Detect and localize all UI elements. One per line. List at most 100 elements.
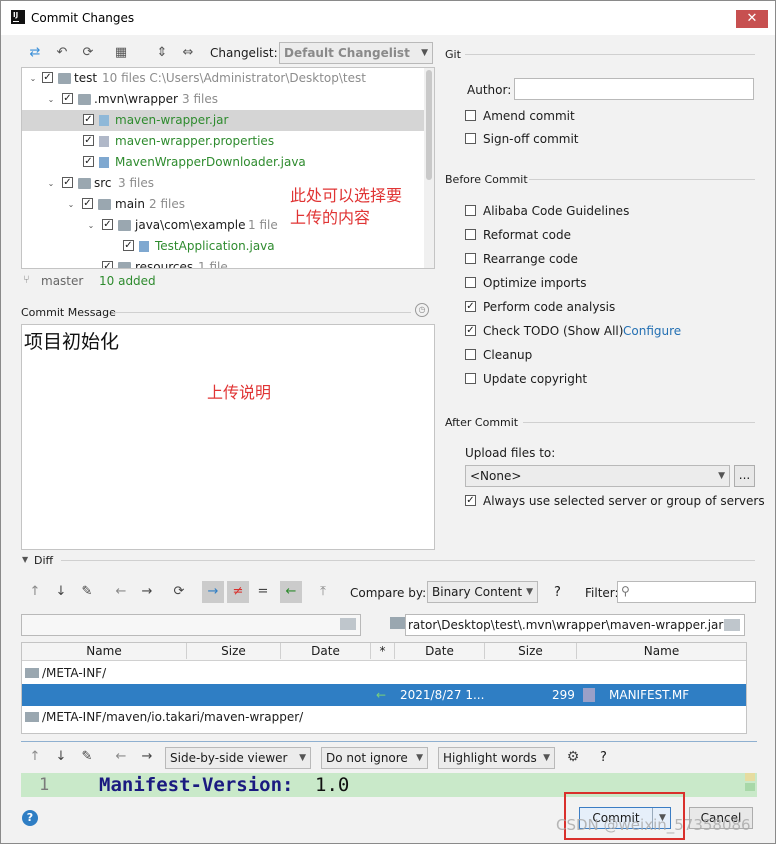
tree-checkbox[interactable]: ✓ bbox=[102, 219, 113, 230]
group-icon[interactable]: ▦ bbox=[113, 45, 129, 61]
arrow-up-icon[interactable]: ↑ bbox=[27, 584, 43, 600]
chevron-down-icon[interactable]: ⌄ bbox=[86, 257, 96, 268]
filter-label: Filter: bbox=[585, 586, 619, 600]
refresh-icon[interactable]: ⟳ bbox=[171, 584, 187, 600]
changed-files-tree[interactable]: ⌄ ✓ test 10 files C:\Users\Administrator… bbox=[21, 67, 435, 269]
table-row[interactable]: /META-INF/maven/io.takari/maven-wrapper/ bbox=[22, 707, 746, 727]
author-input[interactable] bbox=[514, 78, 754, 100]
tree-checkbox[interactable]: ✓ bbox=[62, 177, 73, 188]
left-path-input[interactable] bbox=[21, 614, 361, 636]
column-header-name[interactable]: Name bbox=[22, 643, 187, 659]
configure-link[interactable]: Configure bbox=[623, 322, 681, 340]
undo-icon[interactable]: ↶ bbox=[54, 45, 70, 61]
arrow-down-icon[interactable]: ↓ bbox=[53, 584, 69, 600]
chevron-down-icon[interactable]: ⌄ bbox=[86, 215, 96, 236]
changelist-select[interactable]: Default Changelist ▼ bbox=[279, 42, 433, 64]
table-row[interactable]: /META-INF/ bbox=[22, 663, 746, 683]
option-checkbox[interactable]: ✓ bbox=[465, 325, 476, 336]
column-header-size[interactable]: Size bbox=[187, 643, 281, 659]
filter-input[interactable]: ⚲ bbox=[617, 581, 756, 603]
arrow-left-icon[interactable]: ← bbox=[113, 749, 129, 765]
tree-checkbox[interactable]: ✓ bbox=[83, 135, 94, 146]
signoff-checkbox[interactable] bbox=[465, 133, 476, 144]
show-deleted-icon[interactable]: ← bbox=[280, 581, 302, 603]
tree-item-label: src bbox=[94, 176, 112, 190]
folder-icon[interactable] bbox=[390, 617, 406, 629]
table-row-selected[interactable]: ← 2021/8/27 1... 299 MANIFEST.MF bbox=[22, 684, 746, 706]
help-icon[interactable]: ? bbox=[554, 585, 561, 600]
tree-checkbox[interactable]: ✓ bbox=[42, 72, 53, 83]
tree-checkbox[interactable]: ✓ bbox=[82, 198, 93, 209]
help-icon[interactable]: ? bbox=[600, 750, 607, 765]
chevron-down-icon[interactable]: ⌄ bbox=[28, 68, 38, 89]
tree-row-mvn-wrapper[interactable]: ⌄ ✓ .mvn\wrapper 3 files bbox=[22, 89, 424, 110]
java-file-icon bbox=[99, 157, 109, 168]
highlight-mode-select[interactable]: Highlight words ▼ bbox=[438, 747, 555, 769]
option-checkbox[interactable] bbox=[465, 205, 476, 216]
show-new-icon[interactable]: → bbox=[202, 581, 224, 603]
amend-checkbox[interactable] bbox=[465, 110, 476, 121]
help-icon[interactable]: ? bbox=[22, 810, 38, 826]
option-checkbox[interactable] bbox=[465, 229, 476, 240]
show-different-icon[interactable]: ≠ bbox=[227, 581, 249, 603]
option-checkbox[interactable] bbox=[465, 253, 476, 264]
upload-server-select[interactable]: <None> ▼ bbox=[465, 465, 730, 487]
option-checkbox[interactable] bbox=[465, 277, 476, 288]
gear-icon[interactable]: ⚙ bbox=[565, 749, 581, 765]
arrow-up-icon[interactable]: ↑ bbox=[27, 749, 43, 765]
tree-checkbox[interactable]: ✓ bbox=[83, 156, 94, 167]
viewer-mode-select[interactable]: Side-by-side viewer ▼ bbox=[165, 747, 311, 769]
ignore-mode-select[interactable]: Do not ignore ▼ bbox=[321, 747, 428, 769]
collapse-all-icon[interactable]: ⇔ bbox=[180, 45, 196, 61]
always-use-checkbox[interactable]: ✓ bbox=[465, 495, 476, 506]
option-checkbox[interactable] bbox=[465, 373, 476, 384]
close-button[interactable]: ✕ bbox=[736, 10, 768, 28]
tree-item-label: MavenWrapperDownloader.java bbox=[115, 155, 306, 169]
tree-checkbox[interactable]: ✓ bbox=[123, 240, 134, 251]
divider bbox=[465, 54, 755, 55]
arrow-left-icon[interactable]: ← bbox=[113, 584, 129, 600]
column-header-star[interactable]: * bbox=[371, 643, 395, 659]
tree-row-testapplication[interactable]: ✓ TestApplication.java bbox=[22, 236, 424, 257]
chevron-down-icon[interactable]: ⌄ bbox=[46, 173, 56, 194]
branch-name: master bbox=[41, 274, 84, 288]
right-path-input[interactable]: rator\Desktop\test\.mvn\wrapper\maven-wr… bbox=[405, 614, 745, 636]
commit-message-input[interactable]: 项目初始化 bbox=[21, 324, 435, 550]
option-checkbox[interactable]: ✓ bbox=[465, 301, 476, 312]
tree-item-label: main bbox=[115, 197, 145, 211]
tree-scrollbar[interactable] bbox=[424, 68, 434, 268]
tree-row-mavenwrapperdownloader[interactable]: ✓ MavenWrapperDownloader.java bbox=[22, 152, 424, 173]
refresh-icon[interactable]: ⟳ bbox=[80, 45, 96, 61]
tree-row-maven-wrapper-properties[interactable]: ✓ maven-wrapper.properties bbox=[22, 131, 424, 152]
arrow-right-icon[interactable]: → bbox=[139, 584, 155, 600]
chevron-down-icon[interactable]: ⌄ bbox=[66, 194, 76, 215]
sync-scroll-icon[interactable]: ⤒ bbox=[315, 584, 331, 600]
option-label: Perform code analysis bbox=[483, 300, 616, 314]
tree-row-maven-wrapper-jar[interactable]: ✓ maven-wrapper.jar bbox=[22, 110, 424, 131]
folder-icon[interactable] bbox=[724, 619, 740, 631]
option-checkbox[interactable] bbox=[465, 349, 476, 360]
arrow-right-icon[interactable]: → bbox=[139, 749, 155, 765]
arrow-down-icon[interactable]: ↓ bbox=[53, 749, 69, 765]
edit-pencil-icon[interactable]: ✎ bbox=[79, 584, 95, 600]
folder-icon[interactable] bbox=[340, 618, 356, 630]
tree-row-test[interactable]: ⌄ ✓ test 10 files C:\Users\Administrator… bbox=[22, 68, 424, 89]
column-header-date[interactable]: Date bbox=[281, 643, 371, 659]
column-header-name-right[interactable]: Name bbox=[577, 643, 746, 659]
edit-pencil-icon[interactable]: ✎ bbox=[79, 749, 95, 765]
expand-all-icon[interactable]: ⇕ bbox=[154, 45, 170, 61]
show-equal-icon[interactable]: = bbox=[255, 584, 271, 600]
compare-by-select[interactable]: Binary Content ▼ bbox=[427, 581, 538, 603]
tree-checkbox[interactable]: ✓ bbox=[62, 93, 73, 104]
browse-servers-button[interactable]: ... bbox=[734, 465, 755, 487]
tree-checkbox[interactable]: ✓ bbox=[102, 261, 113, 268]
tree-row-resources[interactable]: ⌄ ✓ resources 1 file bbox=[22, 257, 424, 268]
column-header-date-right[interactable]: Date bbox=[395, 643, 485, 659]
chevron-down-icon[interactable]: ⌄ bbox=[46, 89, 56, 110]
move-icon[interactable]: ⇄ bbox=[27, 45, 43, 61]
chevron-down-icon[interactable]: ▼ bbox=[22, 555, 28, 564]
tree-checkbox[interactable]: ✓ bbox=[83, 114, 94, 125]
column-header-size-right[interactable]: Size bbox=[485, 643, 577, 659]
chevron-down-icon: ▼ bbox=[526, 587, 533, 597]
history-clock-icon[interactable]: ◷ bbox=[415, 303, 429, 317]
